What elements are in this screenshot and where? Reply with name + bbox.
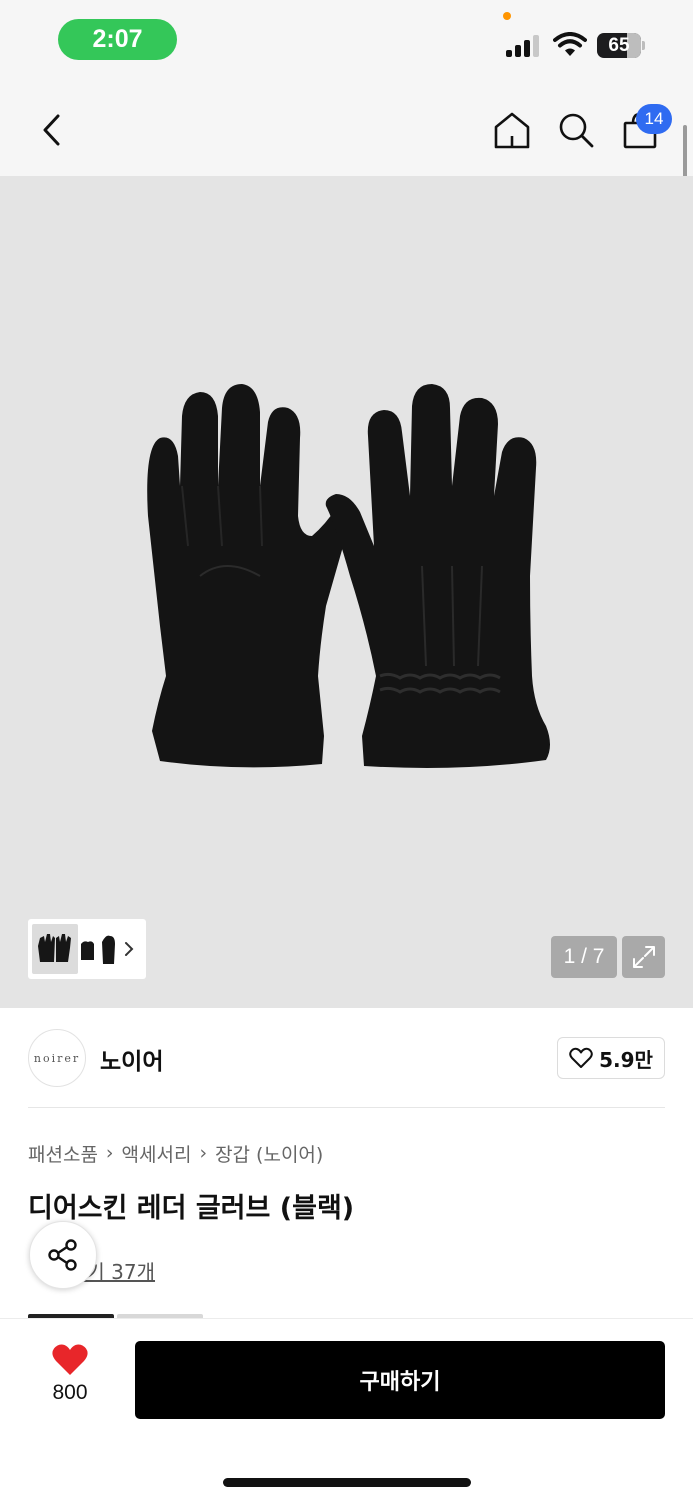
home-icon <box>494 112 530 149</box>
product-title: 디어스킨 레더 글러브 (블랙) <box>28 1193 355 1224</box>
home-indicator[interactable] <box>223 1478 471 1487</box>
buy-button[interactable]: 구매하기 <box>135 1341 665 1419</box>
heart-outline-icon <box>569 1047 593 1068</box>
bottom-action-bar: 800 구매하기 <box>0 1318 693 1500</box>
thumbnail-2[interactable] <box>78 924 98 974</box>
chevron-right-icon[interactable] <box>122 935 138 963</box>
thumbnail-3[interactable] <box>98 924 120 974</box>
battery-level: 65 <box>608 34 630 56</box>
wifi-icon <box>553 32 587 56</box>
home-button[interactable] <box>490 108 534 152</box>
brand-like-button[interactable]: 5.9만 <box>557 1037 665 1079</box>
breadcrumb-item-3[interactable]: 장갑 (노이어) <box>215 1140 323 1167</box>
thumbnail-1[interactable] <box>32 924 78 974</box>
breadcrumb-item-1[interactable]: 패션소품 <box>28 1140 98 1167</box>
brand-like-count: 5.9만 <box>599 1047 653 1072</box>
breadcrumb-item-2[interactable]: 액세서리 <box>122 1140 192 1167</box>
expand-button[interactable] <box>622 936 665 978</box>
wishlist-count: 800 <box>52 1381 88 1404</box>
battery-icon: 65 <box>597 33 645 58</box>
share-icon <box>48 1239 77 1271</box>
thumbnail-strip[interactable] <box>28 919 146 979</box>
divider <box>28 1107 665 1108</box>
status-time: 2:07 <box>58 19 177 60</box>
back-button[interactable] <box>32 108 72 152</box>
cellular-signal-icon <box>506 33 544 57</box>
product-image-gallery[interactable]: 1 / 7 <box>0 176 693 1008</box>
search-button[interactable] <box>554 108 598 152</box>
status-bar: 2:07 65 <box>0 0 693 84</box>
product-image-gloves <box>147 384 550 768</box>
breadcrumb: 패션소품 › 액세서리 › 장갑 (노이어) <box>28 1139 323 1167</box>
search-icon <box>559 113 594 148</box>
cart-count-badge: 14 <box>636 104 672 134</box>
privacy-indicator-dot <box>503 12 511 20</box>
chevron-right-icon: › <box>199 1142 208 1164</box>
image-pager: 1 / 7 <box>551 936 617 978</box>
heart-filled-icon <box>52 1344 88 1375</box>
expand-icon <box>632 946 655 968</box>
share-button[interactable] <box>29 1221 97 1289</box>
chevron-right-icon: › <box>105 1142 114 1164</box>
top-nav-bar <box>0 84 693 176</box>
chevron-left-icon <box>43 114 60 146</box>
brand-logo[interactable]: noirer <box>28 1029 86 1087</box>
wishlist-button[interactable]: 800 <box>30 1343 110 1423</box>
brand-row[interactable]: noirer 노이어 5.9만 <box>0 1008 693 1108</box>
brand-name[interactable]: 노이어 <box>100 1042 163 1076</box>
